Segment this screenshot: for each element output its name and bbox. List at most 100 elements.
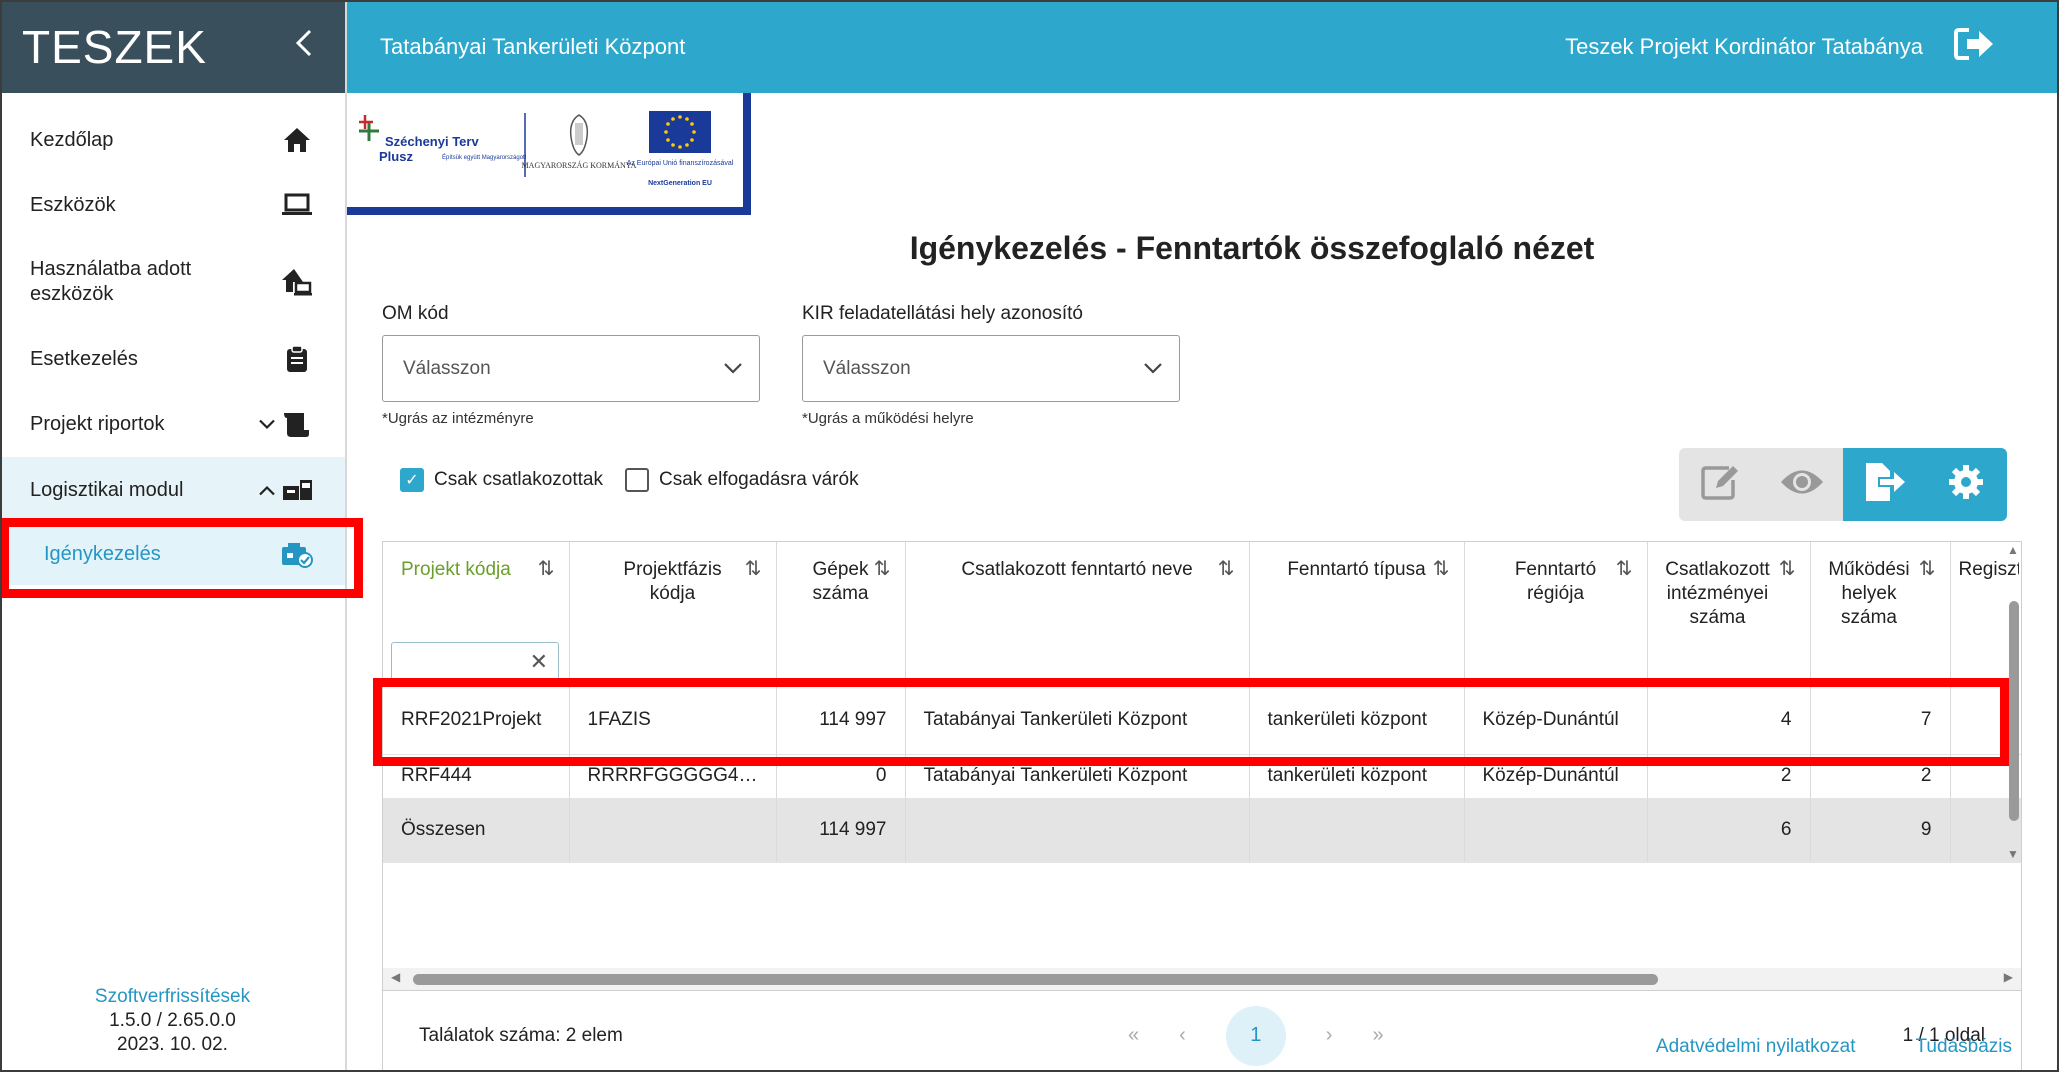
logout-icon[interactable] xyxy=(1953,26,1995,68)
checkbox-empty-icon[interactable] xyxy=(624,468,649,492)
summary-institution-count: 6 xyxy=(1647,798,1811,863)
column-header-label: Fenntartó régiója xyxy=(1514,559,1597,604)
column-header-machine-count[interactable]: Gépek száma ⇅ xyxy=(776,542,906,687)
sidebar-footer: Szoftverfrissítések 1.5.0 / 2.65.0.0 202… xyxy=(0,985,345,1057)
kir-site-placeholder: Válasszon xyxy=(823,357,911,379)
sidebar-item-label: Kezdőlap xyxy=(30,128,114,151)
kir-site-select[interactable]: Válasszon xyxy=(802,335,1180,402)
current-page-button[interactable]: 1 xyxy=(1225,1005,1286,1066)
government-logo-text: MAGYARORSZÁG KORMÁNYA xyxy=(522,160,637,170)
filter-checkboxes: ✓ Csak csatlakozottak Csak elfogadásra v… xyxy=(400,468,859,492)
next-page-icon[interactable]: › xyxy=(1326,1024,1333,1047)
pagination-controls: « ‹ 1 › » xyxy=(1128,1005,1384,1066)
only-connected-checkbox[interactable]: ✓ Csak csatlakozottak xyxy=(400,468,603,492)
user-name[interactable]: Teszek Projekt Kordinátor Tatabánya xyxy=(1565,34,1923,60)
file-export-icon xyxy=(1862,461,1906,508)
main-content: Széchenyi Terv Plusz Építsük együtt Magy… xyxy=(347,93,2059,1072)
column-header-site-count[interactable]: Működési helyek száma ⇅ xyxy=(1810,542,1951,687)
column-header-label: Projekt kódja xyxy=(401,559,511,580)
collapse-sidebar-icon[interactable] xyxy=(293,28,315,66)
summary-cell xyxy=(569,798,777,863)
home-icon xyxy=(279,122,315,158)
scroll-up-icon[interactable]: ▲ xyxy=(2007,543,2019,557)
top-bar: Tatabányai Tankerületi Központ Teszek Pr… xyxy=(347,0,2059,93)
scroll-report-icon xyxy=(279,406,315,442)
chevron-up-icon xyxy=(259,480,275,501)
knowledge-base-link[interactable]: Tudásbázis xyxy=(1916,1036,2012,1058)
summary-label: Összesen xyxy=(383,798,570,863)
column-header-label: Működési helyek száma xyxy=(1828,559,1910,628)
sort-icon[interactable]: ⇅ xyxy=(1218,556,1235,581)
summary-cell xyxy=(1464,798,1648,863)
pagination-bar: Találatok száma: 2 elem « ‹ 1 › » 1 / 1 … xyxy=(382,991,2022,1072)
edit-icon xyxy=(1699,462,1741,507)
sidebar-item-project-reports[interactable]: Projekt riportok xyxy=(0,391,345,457)
chevron-down-icon xyxy=(259,414,275,435)
sort-icon[interactable]: ⇅ xyxy=(1919,556,1936,581)
sidebar-item-label: Használatba adott eszközök xyxy=(30,258,192,305)
export-button[interactable] xyxy=(1843,448,1925,521)
funding-logos: Széchenyi Terv Plusz Építsük együtt Magy… xyxy=(347,93,751,215)
table-header-row: Projekt kódja ⇅ ✕ Projektfázis kódja ⇅ G… xyxy=(383,542,2021,687)
column-header-label: Fenntartó típusa xyxy=(1287,559,1426,580)
clipboard-icon xyxy=(279,341,315,377)
column-header-label: Projektfázis kódja xyxy=(623,559,722,604)
sort-icon[interactable]: ⇅ xyxy=(1779,556,1796,581)
vertical-scroll-thumb[interactable] xyxy=(2009,601,2019,821)
software-updates-link[interactable]: Szoftverfrissítések xyxy=(0,985,345,1009)
sort-icon[interactable]: ⇅ xyxy=(538,556,555,581)
sort-icon[interactable]: ⇅ xyxy=(745,556,762,581)
scroll-left-icon[interactable]: ◀ xyxy=(391,970,400,984)
only-pending-label: Csak elfogadásra várók xyxy=(658,469,859,490)
summary-machine-count: 114 997 xyxy=(776,798,906,863)
brand-logo: TESZEK xyxy=(22,20,207,73)
footer-links: Adatvédelmi nyilatkozat Tudásbázis xyxy=(1656,1036,2012,1058)
sidebar-item-devices[interactable]: Eszközök xyxy=(0,173,345,237)
column-header-phase-code[interactable]: Projektfázis kódja ⇅ xyxy=(569,542,777,687)
summary-site-count: 9 xyxy=(1810,798,1951,863)
sidebar-header: TESZEK xyxy=(0,0,345,93)
edit-button[interactable] xyxy=(1679,448,1761,521)
kir-site-field: KIR feladatellátási hely azonosító Válas… xyxy=(802,303,1180,427)
sort-icon[interactable]: ⇅ xyxy=(1433,556,1450,581)
column-header-institution-count[interactable]: Csatlakozott intézményei száma ⇅ xyxy=(1647,542,1811,687)
result-count: Találatok száma: 2 elem xyxy=(419,1024,623,1046)
scroll-right-icon[interactable]: ▶ xyxy=(2004,970,2013,984)
sidebar-item-assigned-devices[interactable]: Használatba adott eszközök xyxy=(0,237,345,327)
om-code-placeholder: Válasszon xyxy=(403,357,491,379)
clear-filter-icon[interactable]: ✕ xyxy=(530,649,548,675)
only-connected-label: Csak csatlakozottak xyxy=(434,469,603,490)
settings-button[interactable] xyxy=(1925,448,2007,521)
kir-site-label: KIR feladatellátási hely azonosító xyxy=(802,303,1083,324)
view-button[interactable] xyxy=(1761,448,1843,521)
version-text: 1.5.0 / 2.65.0.0 xyxy=(109,1010,236,1031)
privacy-link[interactable]: Adatvédelmi nyilatkozat xyxy=(1656,1036,1856,1058)
only-pending-checkbox[interactable]: Csak elfogadásra várók xyxy=(624,468,859,492)
sort-icon[interactable]: ⇅ xyxy=(874,556,891,581)
scroll-down-icon[interactable]: ▼ xyxy=(2007,847,2019,861)
sidebar-item-logistics[interactable]: Logisztikai modul xyxy=(0,457,345,523)
project-code-filter-input[interactable]: ✕ xyxy=(391,642,559,682)
column-header-maintainer-region[interactable]: Fenntartó régiója ⇅ xyxy=(1464,542,1648,687)
home-devices-icon xyxy=(279,264,315,300)
horizontal-scrollbar[interactable]: ◀ ▶ xyxy=(383,968,2021,990)
horizontal-scroll-thumb[interactable] xyxy=(413,974,1658,985)
checkbox-checked-icon[interactable]: ✓ xyxy=(400,468,424,492)
column-header-label: Gépek száma xyxy=(812,559,869,604)
column-header-maintainer-type[interactable]: Fenntartó típusa ⇅ xyxy=(1249,542,1465,687)
szechenyi-logo-text-2: Plusz xyxy=(379,149,413,164)
summary-table: Projekt kódja ⇅ ✕ Projektfázis kódja ⇅ G… xyxy=(382,541,2022,991)
first-page-icon[interactable]: « xyxy=(1128,1024,1139,1047)
prev-page-icon[interactable]: ‹ xyxy=(1179,1024,1186,1047)
om-code-hint: *Ugrás az intézményre xyxy=(382,410,534,427)
column-header-maintainer-name[interactable]: Csatlakozott fenntartó neve ⇅ xyxy=(905,542,1250,687)
sort-icon[interactable]: ⇅ xyxy=(1616,556,1633,581)
sidebar-item-cases[interactable]: Esetkezelés xyxy=(0,327,345,391)
sidebar-item-label: Eszközök xyxy=(30,193,116,216)
sidebar-item-home[interactable]: Kezdőlap xyxy=(0,107,345,173)
kir-site-hint: *Ugrás a működési helyre xyxy=(802,410,974,427)
release-date: 2023. 10. 02. xyxy=(117,1034,228,1055)
om-code-select[interactable]: Válasszon xyxy=(382,335,760,402)
last-page-icon[interactable]: » xyxy=(1372,1024,1383,1047)
column-header-project-code[interactable]: Projekt kódja ⇅ ✕ xyxy=(383,542,570,687)
